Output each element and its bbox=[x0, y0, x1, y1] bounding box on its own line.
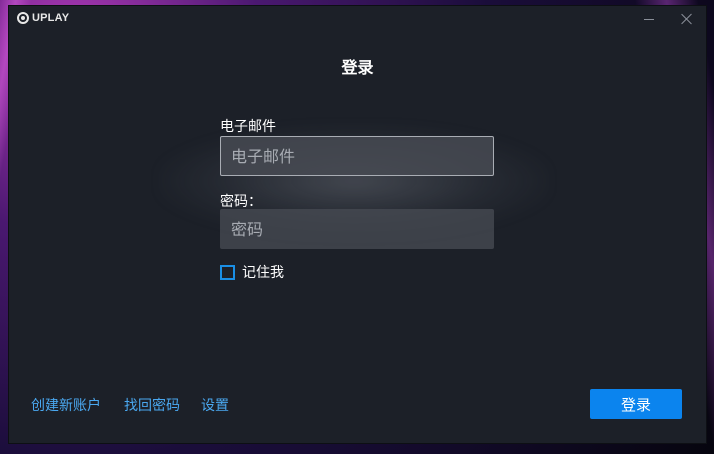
remember-me-label: 记住我 bbox=[242, 265, 284, 281]
settings-link[interactable]: 设置 bbox=[201, 395, 229, 415]
close-button[interactable] bbox=[672, 6, 702, 32]
page-title: 登录 bbox=[341, 58, 374, 77]
remember-me-toggle[interactable]: 记住我 bbox=[220, 262, 284, 282]
password-field[interactable] bbox=[220, 209, 494, 249]
remember-me-checkbox[interactable] bbox=[220, 264, 235, 280]
login-window: UPLAY 登录 电子邮件 密码： 记住我 创建新账户 找回密码 设置 登录 bbox=[9, 6, 706, 443]
titlebar: UPLAY bbox=[9, 6, 706, 32]
uplay-logo: UPLAY bbox=[17, 12, 69, 24]
password-label: 密码： bbox=[220, 194, 262, 210]
email-label: 电子邮件 bbox=[220, 119, 276, 135]
create-account-link[interactable]: 创建新账户 bbox=[31, 395, 101, 415]
email-field[interactable] bbox=[220, 136, 494, 176]
minimize-icon bbox=[644, 18, 654, 20]
logo-text: UPLAY bbox=[32, 12, 70, 24]
minimize-button[interactable] bbox=[634, 6, 664, 32]
login-button[interactable]: 登录 bbox=[590, 389, 682, 419]
recover-password-link[interactable]: 找回密码 bbox=[124, 395, 180, 415]
uplay-logo-icon bbox=[17, 12, 29, 24]
close-icon bbox=[681, 13, 693, 25]
